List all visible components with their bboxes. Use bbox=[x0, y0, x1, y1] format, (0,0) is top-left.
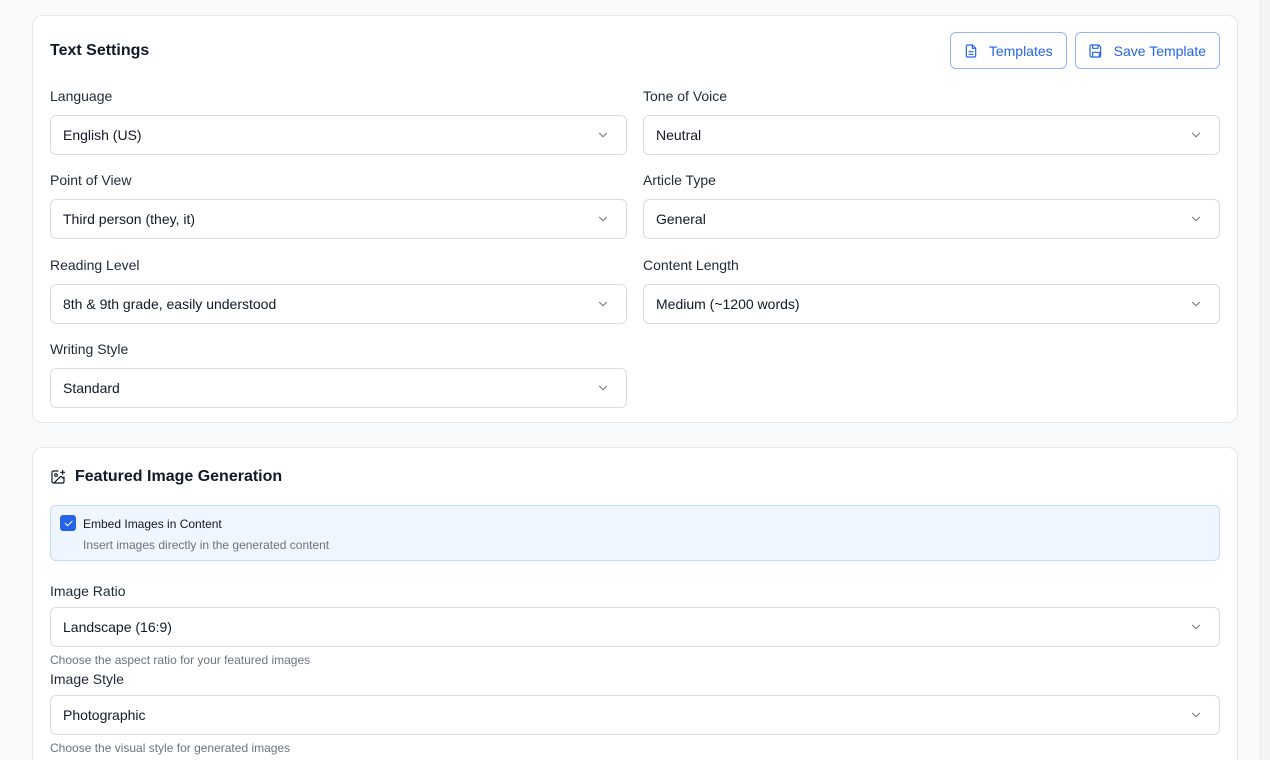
image-ratio-field: Image Ratio Landscape (16:9) Choose the … bbox=[50, 582, 1220, 667]
embed-images-option[interactable]: Embed Images in Content Insert images di… bbox=[50, 505, 1220, 561]
chevron-down-icon bbox=[1191, 216, 1201, 222]
settings-page: Text Settings Templates Save Template La… bbox=[0, 0, 1270, 760]
embed-images-title: Embed Images in Content bbox=[83, 517, 222, 531]
image-generation-title-text: Featured Image Generation bbox=[75, 468, 283, 485]
language-field: Language English (US) bbox=[50, 87, 627, 155]
image-style-hint: Choose the visual style for generated im… bbox=[50, 741, 291, 755]
save-template-label: Save Template bbox=[1113, 42, 1206, 59]
image-style-field: Image Style Photographic Choose the visu… bbox=[50, 670, 1220, 755]
chevron-down-icon bbox=[1191, 712, 1201, 718]
point-of-view-value: Third person (they, it) bbox=[63, 211, 196, 227]
chevron-down-icon bbox=[598, 301, 608, 307]
chevron-down-icon bbox=[1191, 301, 1201, 307]
templates-button[interactable]: Templates bbox=[949, 32, 1067, 69]
point-of-view-select[interactable]: Third person (they, it) bbox=[50, 199, 627, 239]
chevron-down-icon bbox=[598, 216, 608, 222]
image-ratio-value: Landscape (16:9) bbox=[63, 619, 172, 635]
tone-value: Neutral bbox=[656, 127, 702, 143]
text-settings-title: Text Settings bbox=[50, 42, 150, 59]
image-generation-title: Featured Image Generation bbox=[50, 468, 282, 486]
save-icon bbox=[1089, 43, 1101, 58]
writing-style-value: Standard bbox=[63, 380, 120, 396]
language-label: Language bbox=[50, 88, 113, 104]
image-style-value: Photographic bbox=[63, 707, 146, 723]
article-type-field: Article Type General bbox=[643, 171, 1220, 239]
point-of-view-field: Point of View Third person (they, it) bbox=[50, 171, 627, 239]
tone-field: Tone of Voice Neutral bbox=[643, 87, 1220, 155]
image-generation-card: Featured Image Generation Embed Images i… bbox=[32, 447, 1238, 760]
chevron-down-icon bbox=[1191, 132, 1201, 138]
header-actions: Templates Save Template bbox=[949, 32, 1220, 69]
page-scrollbar[interactable] bbox=[1260, 0, 1270, 760]
content-length-field: Content Length Medium (~1200 words) bbox=[643, 256, 1220, 324]
writing-style-label: Writing Style bbox=[50, 341, 129, 357]
writing-style-field: Writing Style Standard bbox=[50, 340, 627, 408]
article-type-select[interactable]: General bbox=[643, 199, 1220, 239]
embed-images-checkbox[interactable] bbox=[60, 515, 76, 531]
image-ratio-hint: Choose the aspect ratio for your feature… bbox=[50, 653, 311, 667]
writing-style-select[interactable]: Standard bbox=[50, 368, 627, 408]
point-of-view-label: Point of View bbox=[50, 172, 132, 188]
check-icon bbox=[64, 520, 73, 526]
image-plus-icon bbox=[51, 469, 66, 484]
document-icon bbox=[965, 43, 977, 58]
reading-level-field: Reading Level 8th & 9th grade, easily un… bbox=[50, 256, 627, 324]
save-template-button[interactable]: Save Template bbox=[1074, 32, 1220, 69]
image-style-select[interactable]: Photographic bbox=[50, 695, 1220, 735]
reading-level-label: Reading Level bbox=[50, 257, 140, 273]
content-length-select[interactable]: Medium (~1200 words) bbox=[643, 284, 1220, 324]
reading-level-select[interactable]: 8th & 9th grade, easily understood bbox=[50, 284, 627, 324]
chevron-down-icon bbox=[598, 385, 608, 391]
tone-label: Tone of Voice bbox=[643, 88, 728, 104]
chevron-down-icon bbox=[1191, 624, 1201, 630]
article-type-value: General bbox=[656, 211, 706, 227]
tone-select[interactable]: Neutral bbox=[643, 115, 1220, 155]
image-style-label: Image Style bbox=[50, 671, 124, 687]
content-length-label: Content Length bbox=[643, 257, 739, 273]
language-select[interactable]: English (US) bbox=[50, 115, 627, 155]
text-settings-card: Text Settings Templates Save Template La… bbox=[32, 15, 1238, 423]
language-value: English (US) bbox=[63, 127, 142, 143]
reading-level-value: 8th & 9th grade, easily understood bbox=[63, 296, 277, 312]
image-ratio-select[interactable]: Landscape (16:9) bbox=[50, 607, 1220, 647]
embed-images-description: Insert images directly in the generated … bbox=[83, 538, 330, 552]
image-ratio-label: Image Ratio bbox=[50, 583, 126, 599]
chevron-down-icon bbox=[598, 132, 608, 138]
article-type-label: Article Type bbox=[643, 172, 716, 188]
templates-label: Templates bbox=[988, 42, 1053, 59]
content-length-value: Medium (~1200 words) bbox=[656, 296, 800, 312]
